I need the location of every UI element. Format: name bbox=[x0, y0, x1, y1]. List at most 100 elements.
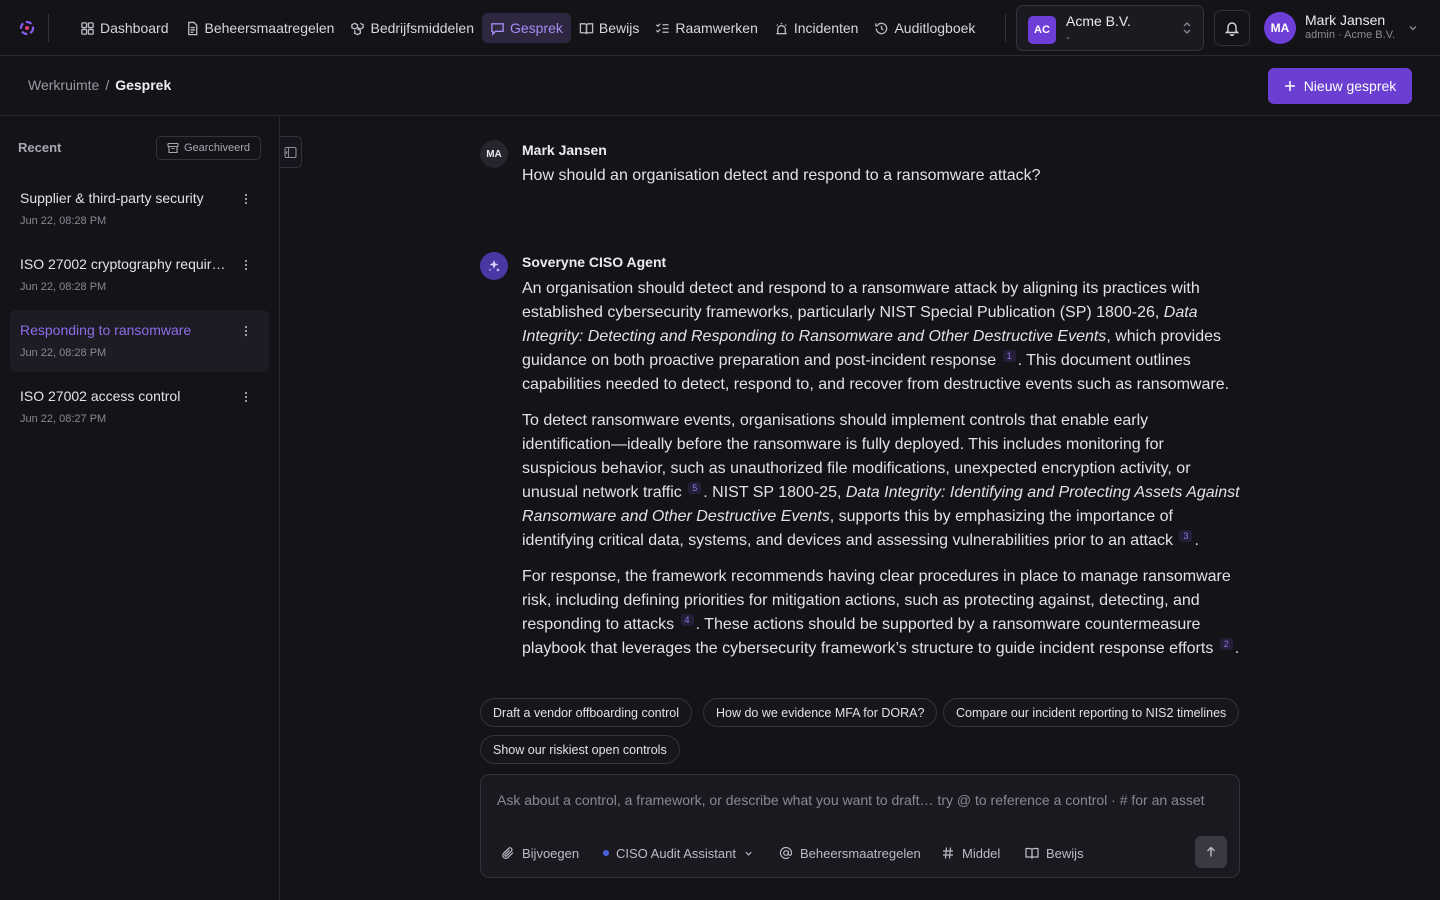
conversation-date: Jun 22, 08:28 PM bbox=[20, 215, 107, 227]
asset-label: Middel bbox=[962, 845, 1001, 861]
nav-controls[interactable]: Beheersmaatregelen bbox=[177, 13, 343, 43]
archived-label: Gearchiveerd bbox=[183, 142, 251, 154]
attach-button[interactable]: Bijvoegen bbox=[501, 843, 579, 863]
message-input[interactable]: Ask about a control, a framework, or des… bbox=[497, 792, 1221, 809]
suggestion-chip[interactable]: Compare our incident reporting to NIS2 t… bbox=[943, 698, 1240, 727]
agent-message-body: An organisation should detect and respon… bbox=[522, 277, 1240, 673]
nav-audit-log[interactable]: Auditlogboek bbox=[866, 13, 983, 43]
new-chat-label: Nieuw gesprek bbox=[1303, 78, 1397, 94]
nav-chat[interactable]: Gesprek bbox=[481, 13, 571, 43]
chevron-down-icon[interactable] bbox=[1407, 22, 1419, 34]
more-vertical-icon[interactable] bbox=[242, 192, 250, 206]
more-vertical-icon[interactable] bbox=[242, 258, 250, 272]
archived-button[interactable]: Gearchiveerd bbox=[156, 136, 261, 160]
suggestion-chip[interactable]: How do we evidence MFA for DORA? bbox=[703, 698, 938, 727]
user-role: admin · Acme B.V. bbox=[1305, 29, 1396, 41]
nav-label: Beheersmaatregelen bbox=[204, 20, 335, 36]
more-vertical-icon[interactable] bbox=[242, 390, 250, 404]
document-icon bbox=[187, 21, 197, 35]
user-message-author: Mark Jansen bbox=[522, 142, 607, 158]
conversation-item-active[interactable]: Responding to ransomware Jun 22, 08:28 P… bbox=[10, 310, 269, 372]
nav-dashboard[interactable]: Dashboard bbox=[72, 13, 177, 43]
send-button[interactable] bbox=[1195, 836, 1227, 868]
text-run: . bbox=[1194, 532, 1199, 549]
checklist-icon bbox=[656, 22, 669, 33]
new-chat-button[interactable]: Nieuw gesprek bbox=[1268, 68, 1412, 104]
at-sign-icon bbox=[779, 846, 793, 860]
conversation-item[interactable]: ISO 27002 access control Jun 22, 08:27 P… bbox=[10, 376, 269, 438]
app-logo-icon[interactable] bbox=[16, 17, 38, 39]
org-name: Acme B.V. bbox=[1066, 13, 1131, 29]
agent-avatar bbox=[480, 252, 508, 280]
citation-badge[interactable]: 4 bbox=[680, 614, 694, 626]
conversation-item[interactable]: Supplier & third-party security Jun 22, … bbox=[10, 178, 269, 240]
conversation-title: Responding to ransomware bbox=[20, 322, 192, 338]
breadcrumb-root[interactable]: Werkruimte bbox=[28, 77, 99, 93]
agent-paragraph: An organisation should detect and respon… bbox=[522, 277, 1240, 397]
conversation-sidebar: Recent Gearchiveerd Supplier & third-par… bbox=[0, 116, 280, 900]
nav-incidents[interactable]: Incidenten bbox=[766, 13, 867, 43]
citation-badge[interactable]: 5 bbox=[688, 482, 702, 494]
book-icon bbox=[1025, 847, 1039, 859]
more-vertical-icon[interactable] bbox=[242, 324, 250, 338]
sidebar-title: Recent bbox=[18, 140, 62, 155]
panel-left-icon bbox=[284, 146, 297, 158]
assistant-label: CISO Audit Assistant bbox=[616, 845, 736, 861]
suggestion-chip[interactable]: Show our riskiest open controls bbox=[480, 735, 680, 764]
divider bbox=[48, 14, 49, 42]
arrow-up-icon bbox=[1207, 846, 1215, 857]
org-subtitle: - bbox=[1066, 32, 1070, 44]
conversation-title: ISO 27002 access control bbox=[20, 388, 181, 404]
nav-label: Bewijs bbox=[598, 20, 640, 36]
conversation-date: Jun 22, 08:28 PM bbox=[20, 281, 107, 293]
nav-frameworks[interactable]: Raamwerken bbox=[647, 13, 765, 43]
nav-label: Auditlogboek bbox=[894, 20, 976, 36]
reference-asset-button[interactable]: Middel bbox=[941, 843, 1000, 863]
suggestion-chip[interactable]: Draft a vendor offboarding control bbox=[480, 698, 692, 727]
conversation-item[interactable]: ISO 27002 cryptography requirements Jun … bbox=[10, 244, 269, 306]
reference-evidence-button[interactable]: Bewijs bbox=[1025, 843, 1084, 863]
nav-label: Raamwerken bbox=[675, 20, 758, 36]
user-message-text: How should an organisation detect and re… bbox=[522, 167, 1041, 184]
nav-label: Bedrijfsmiddelen bbox=[370, 20, 474, 36]
user-message-avatar: MA bbox=[480, 140, 508, 168]
agent-paragraph: For response, the framework recommends h… bbox=[522, 565, 1240, 661]
assistant-select[interactable]: CISO Audit Assistant bbox=[603, 843, 754, 863]
bell-icon bbox=[1224, 22, 1240, 36]
user-avatar[interactable]: MA bbox=[1264, 12, 1296, 44]
message-composer[interactable]: Ask about a control, a framework, or des… bbox=[480, 774, 1240, 878]
text-run: . NIST SP 1800-25, bbox=[703, 484, 846, 501]
book-icon bbox=[579, 22, 594, 34]
hash-icon bbox=[943, 847, 953, 859]
alarm-icon bbox=[776, 22, 787, 34]
citation-badge[interactable]: 1 bbox=[1002, 350, 1016, 362]
org-avatar: AC bbox=[1028, 16, 1056, 44]
history-icon bbox=[875, 22, 888, 34]
breadcrumb: Werkruimte / Gesprek bbox=[28, 77, 171, 93]
sidebar-collapse-button[interactable] bbox=[280, 136, 302, 168]
plus-icon bbox=[1284, 81, 1295, 91]
boxes-icon bbox=[351, 22, 365, 35]
text-run: . bbox=[1234, 640, 1240, 657]
chevrons-up-down-icon bbox=[1183, 22, 1191, 34]
user-name[interactable]: Mark Jansen bbox=[1305, 12, 1385, 28]
sparkles-icon bbox=[488, 260, 500, 272]
text-run: An organisation should detect and respon… bbox=[522, 280, 1200, 321]
nav-label: Dashboard bbox=[100, 20, 169, 36]
archive-icon bbox=[167, 142, 179, 154]
reference-control-button[interactable]: Beheersmaatregelen bbox=[779, 843, 921, 863]
top-navigation: Dashboard Beheersmaatregelen Bedrijfsmid… bbox=[0, 0, 1440, 56]
citation-badge[interactable]: 2 bbox=[1219, 638, 1233, 650]
status-dot bbox=[603, 850, 609, 856]
main-nav: Dashboard Beheersmaatregelen Bedrijfsmid… bbox=[72, 13, 983, 43]
citation-badge[interactable]: 3 bbox=[1179, 530, 1193, 542]
nav-label: Gesprek bbox=[509, 20, 563, 36]
nav-assets[interactable]: Bedrijfsmiddelen bbox=[342, 13, 482, 43]
paperclip-icon bbox=[502, 847, 514, 859]
org-switcher[interactable]: AC Acme B.V. - bbox=[1016, 5, 1204, 51]
dashboard-icon bbox=[81, 21, 94, 35]
nav-label: Incidenten bbox=[793, 20, 859, 36]
nav-evidence[interactable]: Bewijs bbox=[571, 13, 647, 43]
notifications-button[interactable] bbox=[1214, 10, 1250, 46]
agent-message-author: Soveryne CISO Agent bbox=[522, 254, 667, 270]
